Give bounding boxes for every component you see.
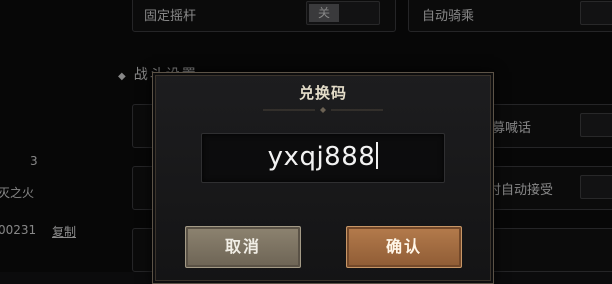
- code-text: yxqj888: [267, 142, 376, 172]
- redeem-code-dialog: 兑换码 yxqj888 取消 确认: [152, 72, 494, 284]
- redeem-code-input[interactable]: yxqj888: [201, 133, 445, 183]
- confirm-button[interactable]: 确认: [346, 226, 462, 268]
- code-input-value: yxqj888: [202, 142, 444, 172]
- text-caret: [376, 142, 379, 169]
- cancel-button[interactable]: 取消: [185, 226, 301, 268]
- dialog-title: 兑换码: [298, 84, 347, 102]
- title-ornament-icon: [263, 107, 383, 113]
